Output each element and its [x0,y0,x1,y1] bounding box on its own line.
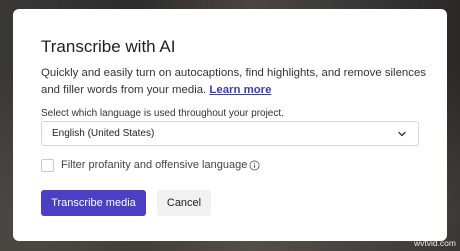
watermark: wvtvid.com [413,238,456,248]
info-icon[interactable] [249,160,260,171]
transcribe-dialog: Transcribe with AI Quickly and easily tu… [13,9,447,241]
language-select-value: English (United States) [52,128,155,139]
filter-profanity-label: Filter profanity and offensive language [61,159,248,171]
dialog-description: Quickly and easily turn on autocaptions,… [41,65,436,99]
language-select[interactable]: English (United States) [41,121,419,146]
chevron-down-icon [398,131,406,137]
filter-profanity-checkbox[interactable] [41,159,54,172]
dialog-title: Transcribe with AI [41,37,176,56]
learn-more-link[interactable]: Learn more [209,84,271,96]
cancel-button[interactable]: Cancel [157,190,211,216]
language-label: Select which language is used throughout… [41,108,284,119]
transcribe-media-button[interactable]: Transcribe media [41,190,146,216]
